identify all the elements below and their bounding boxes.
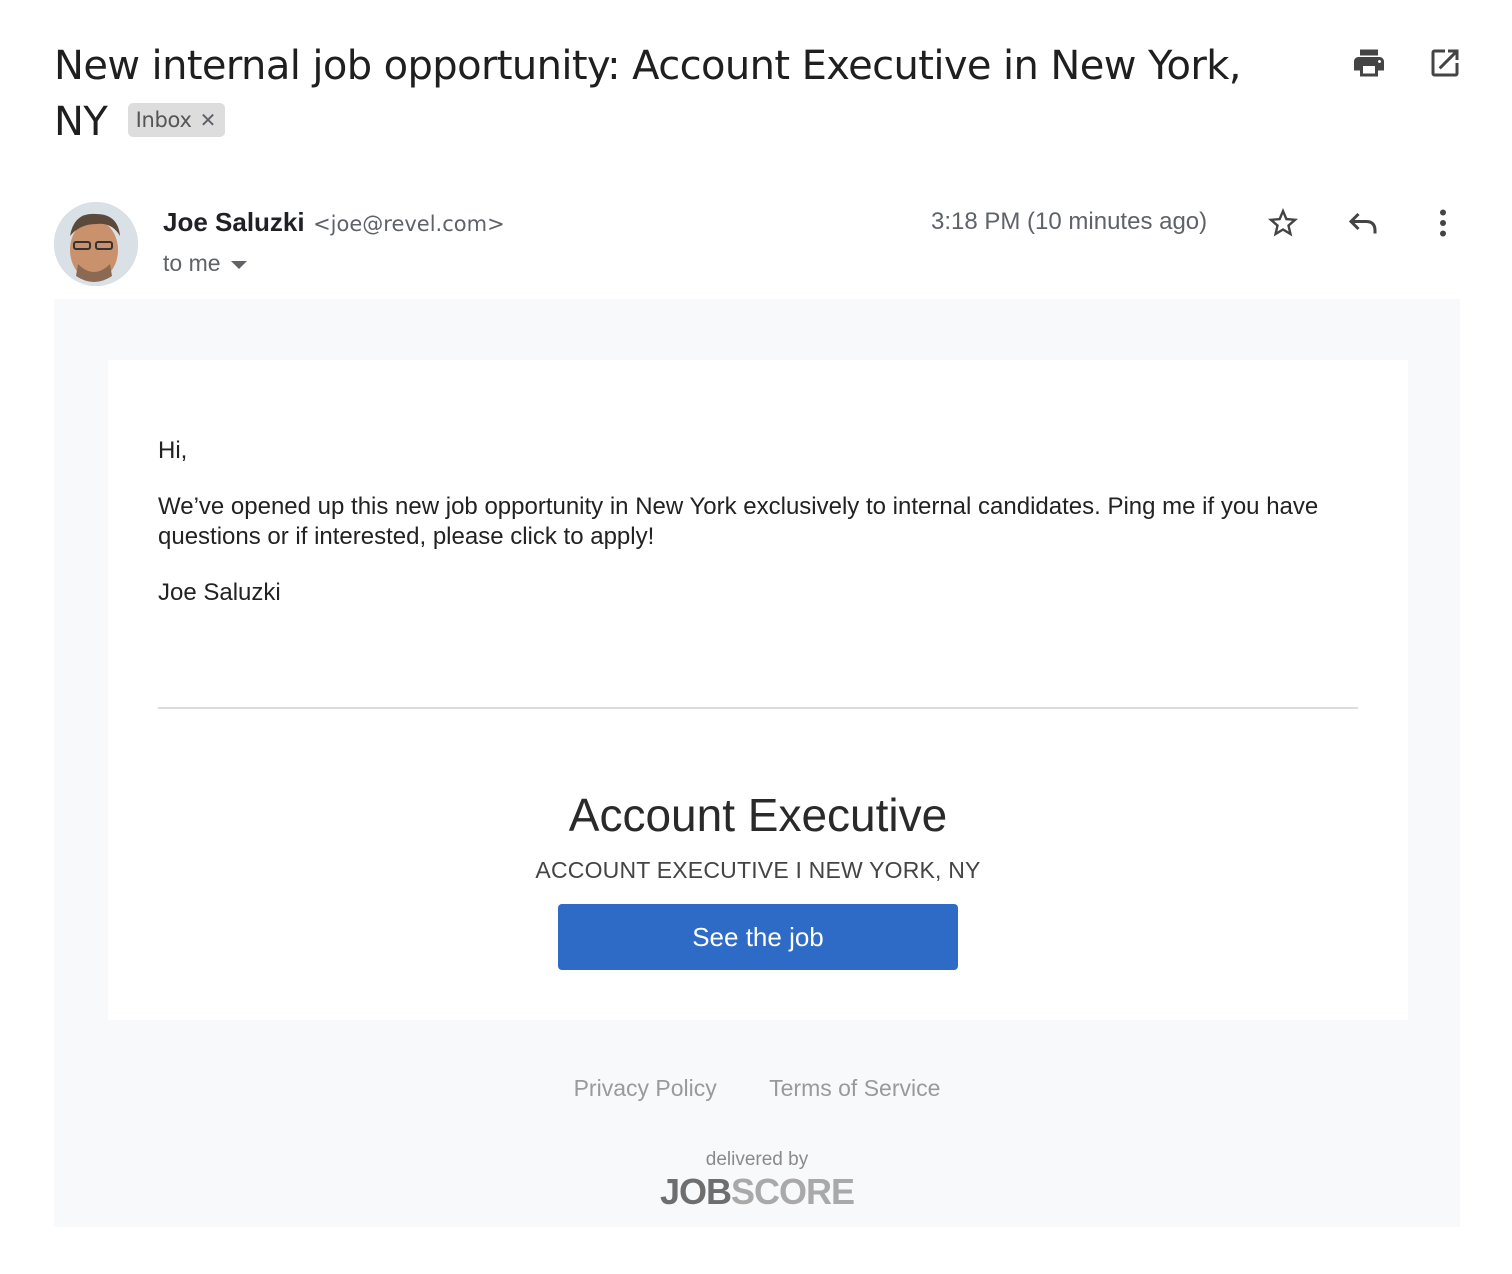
thread-toolbar [1350, 44, 1464, 82]
email-message: Hi, We’ve opened up this new job opportu… [158, 436, 1368, 634]
sender-avatar-photo [54, 202, 138, 286]
email-body-container: Hi, We’ve opened up this new job opportu… [54, 299, 1460, 1227]
email-subject: New internal job opportunity: Account Ex… [54, 43, 1242, 145]
see-the-job-button[interactable]: See the job [558, 904, 958, 970]
jobscore-logo[interactable]: JOBSCORE [54, 1171, 1460, 1213]
signature: Joe Saluzki [158, 579, 281, 606]
message-actions [1262, 202, 1464, 244]
terms-of-service-link[interactable]: Terms of Service [769, 1075, 940, 1101]
more-vertical-icon [1440, 209, 1446, 237]
star-outline-icon [1268, 208, 1298, 237]
divider [158, 707, 1358, 709]
recipient-details-toggle[interactable]: to me [163, 250, 247, 277]
sender-avatar[interactable] [54, 202, 138, 286]
caret-down-icon [230, 260, 247, 269]
logo-part-score: SCORE [731, 1171, 855, 1212]
greeting: Hi, [158, 437, 188, 464]
print-icon [1354, 49, 1384, 77]
job-title: Account Executive [568, 789, 948, 841]
message-paragraph: We’ve opened up this new job opportunity… [158, 493, 1319, 550]
job-subtitle: ACCOUNT EXECUTIVE I NEW YORK, NY [535, 857, 981, 883]
sender-email: <joe@revel.com> [313, 212, 505, 236]
email-subject-row: New internal job opportunity: Account Ex… [54, 38, 1294, 150]
label-name: Inbox [135, 108, 192, 132]
print-button[interactable] [1350, 44, 1388, 82]
footer-links: Privacy Policy Terms of Service [54, 1075, 1460, 1102]
close-icon[interactable]: ✕ [200, 106, 217, 134]
reply-button[interactable] [1342, 202, 1384, 244]
email-card: Hi, We’ve opened up this new job opportu… [108, 360, 1408, 1020]
reply-icon [1348, 212, 1377, 234]
privacy-policy-link[interactable]: Privacy Policy [574, 1075, 717, 1101]
star-button[interactable] [1262, 202, 1304, 244]
label-chip-inbox[interactable]: Inbox ✕ [127, 103, 226, 137]
email-timestamp: 3:18 PM (10 minutes ago) [931, 208, 1208, 235]
delivered-by-label: delivered by [705, 1149, 809, 1170]
recipient-label: to me [163, 250, 221, 276]
sender-info: Joe Saluzki <joe@revel.com> [163, 207, 505, 238]
sender-name[interactable]: Joe Saluzki [163, 207, 305, 237]
logo-part-job: JOB [659, 1171, 732, 1212]
open-in-new-window-button[interactable] [1426, 44, 1464, 82]
more-options-button[interactable] [1422, 202, 1464, 244]
open-in-new-window-icon [1431, 49, 1459, 77]
